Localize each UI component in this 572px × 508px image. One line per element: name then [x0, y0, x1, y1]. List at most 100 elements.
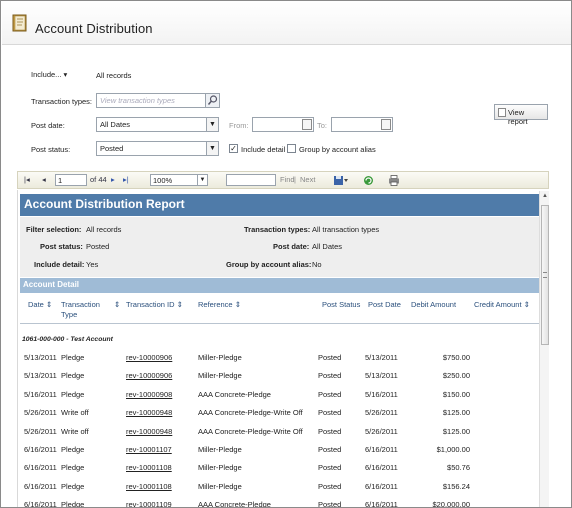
last-page-icon[interactable]: ▸| [123, 175, 129, 184]
zoom-select[interactable]: 100% ▼ [150, 174, 208, 186]
cell-type: Write off [61, 408, 89, 418]
cell-debit: $125.00 [442, 426, 470, 436]
transaction-id-link[interactable]: rev-10001107 [126, 445, 172, 454]
column-transaction-id[interactable]: Transaction ID ⇕ [126, 300, 183, 310]
calendar-icon[interactable] [302, 119, 312, 130]
chevron-down-icon: ▼ [206, 142, 218, 155]
cell-post-status: Posted [318, 500, 342, 508]
page-title: Account Distribution [35, 21, 153, 36]
page-number-input[interactable]: 1 [55, 174, 87, 186]
sort-icon: ⇕ [45, 300, 53, 309]
cell-date: 6/16/2011 [24, 500, 57, 508]
cell-type: Pledge [61, 371, 85, 381]
transaction-id-link[interactable]: rev-10000948 [126, 408, 172, 417]
cell-type: Pledge [61, 463, 85, 473]
next-page-icon[interactable]: ▸ [111, 175, 115, 184]
cell-type: Pledge [61, 445, 85, 454]
table-row: 5/26/2011 Write off rev-10000948 AAA Concre… [20, 424, 540, 442]
find-input[interactable] [226, 174, 276, 186]
zoom-value: 100% [153, 176, 173, 185]
column-reference[interactable]: Reference ⇕ [198, 300, 241, 310]
post-date-label: Post date: [31, 121, 65, 130]
scrollbar-thumb[interactable] [541, 205, 549, 345]
transaction-types-summary-value: All transaction types [312, 225, 380, 234]
include-detail-checkbox[interactable]: ✓ [229, 144, 238, 153]
print-icon[interactable] [388, 175, 400, 186]
cell-date: 5/26/2011 [24, 408, 57, 418]
table-row: 5/16/2011 Pledge rev-10000908 AAA Concrete-… [20, 387, 540, 405]
post-status-label: Post status: [31, 145, 71, 154]
include-value: All records [96, 71, 132, 80]
transaction-types-input[interactable]: View transaction types [96, 93, 207, 108]
include-detail-label: Include detail [241, 145, 286, 154]
transaction-id-link[interactable]: rev-10001108 [126, 463, 172, 472]
cell-reference: Miller-Pledge [198, 481, 242, 491]
column-transaction-type-label: Transaction Type [61, 300, 100, 319]
post-status-summary-value: Posted [86, 242, 110, 251]
column-transaction-type[interactable]: Transaction Type [61, 300, 107, 320]
cell-reference: Miller-Pledge [198, 371, 242, 381]
export-icon[interactable] [333, 175, 349, 186]
transaction-id-link[interactable]: rev-10001109 [126, 500, 172, 507]
cell-post-date: 6/16/2011 [365, 481, 398, 491]
cell-post-date: 5/13/2011 [365, 353, 398, 362]
include-detail-summary-value: Yes [86, 260, 99, 269]
cell-date: 6/16/2011 [24, 445, 57, 454]
post-date-summary-value: All Dates [312, 242, 343, 251]
include-detail-summary-label: Include detail: [34, 260, 85, 269]
cell-post-date: 6/16/2011 [365, 463, 398, 473]
transaction-types-label: Transaction types: [31, 97, 92, 106]
column-credit-amount-label: Credit Amount [474, 300, 522, 309]
to-date-input[interactable] [331, 117, 393, 132]
cell-type: Write off [61, 426, 89, 436]
previous-page-icon[interactable]: ◂ [42, 175, 46, 184]
next-link[interactable]: Next [300, 175, 315, 184]
cell-reference: Miller-Pledge [198, 445, 242, 454]
cell-post-date: 5/26/2011 [365, 426, 398, 436]
column-debit-amount[interactable]: Debit Amount [411, 300, 456, 310]
cell-post-date: 5/13/2011 [365, 371, 398, 381]
include-dropdown[interactable]: Include... ▾ [31, 70, 67, 79]
table-row: 5/13/2011 Pledge rev-10000906 Miller-Pledge… [20, 350, 540, 368]
cell-reference: AAA Concrete-Pledge [198, 389, 271, 399]
scroll-up-icon[interactable]: ▲ [541, 193, 549, 201]
cell-date: 5/13/2011 [24, 371, 57, 381]
post-status-select[interactable]: Posted ▼ [96, 141, 219, 156]
refresh-icon[interactable] [363, 175, 374, 186]
cell-debit: $750.00 [442, 353, 470, 362]
search-button[interactable] [205, 93, 220, 108]
vertical-scrollbar[interactable]: ▲ [539, 191, 549, 507]
post-date-select[interactable]: All Dates ▼ [96, 117, 219, 132]
cell-type: Pledge [61, 389, 85, 399]
column-post-date[interactable]: Post Date [368, 300, 401, 310]
chevron-down-icon: ▼ [206, 118, 218, 131]
column-credit-amount[interactable]: Credit Amount ⇕ [474, 300, 530, 310]
post-date-value: All Dates [100, 120, 131, 129]
group-alias-checkbox[interactable] [287, 144, 296, 153]
chevron-down-icon: ▾ [63, 70, 68, 79]
cell-date: 5/13/2011 [24, 353, 57, 362]
cell-post-date: 5/16/2011 [365, 389, 398, 399]
calendar-icon[interactable] [381, 119, 391, 130]
sort-icon[interactable]: ⇕ [114, 300, 120, 310]
table-row: 6/16/2011 Pledge rev-10001108 Miller-Pledge… [20, 479, 540, 497]
transaction-id-link[interactable]: rev-10000948 [126, 427, 172, 436]
column-reference-label: Reference [198, 300, 233, 309]
transaction-id-link[interactable]: rev-10000906 [126, 371, 172, 380]
transaction-id-link[interactable]: rev-10001108 [126, 482, 172, 491]
first-page-icon[interactable]: |◂ [24, 175, 30, 184]
column-date[interactable]: Date ⇕ [28, 300, 52, 310]
transaction-id-link[interactable]: rev-10000906 [126, 353, 172, 362]
from-date-input[interactable] [252, 117, 314, 132]
column-post-status[interactable]: Post Status [322, 300, 360, 310]
filter-selection-label: Filter selection: [26, 225, 82, 234]
sort-icon: ⇕ [176, 300, 183, 309]
find-link[interactable]: Find [280, 175, 295, 184]
view-report-button[interactable]: View report [494, 104, 548, 126]
cell-reference: AAA Concrete-Pledge-Write Off [198, 408, 303, 418]
cell-reference: Miller-Pledge [198, 353, 242, 362]
report-viewer: Account Distribution Report Filter selec… [17, 190, 549, 508]
grip-icon [543, 272, 547, 278]
transaction-id-link[interactable]: rev-10000908 [126, 390, 172, 399]
view-report-label: View report [508, 108, 528, 126]
